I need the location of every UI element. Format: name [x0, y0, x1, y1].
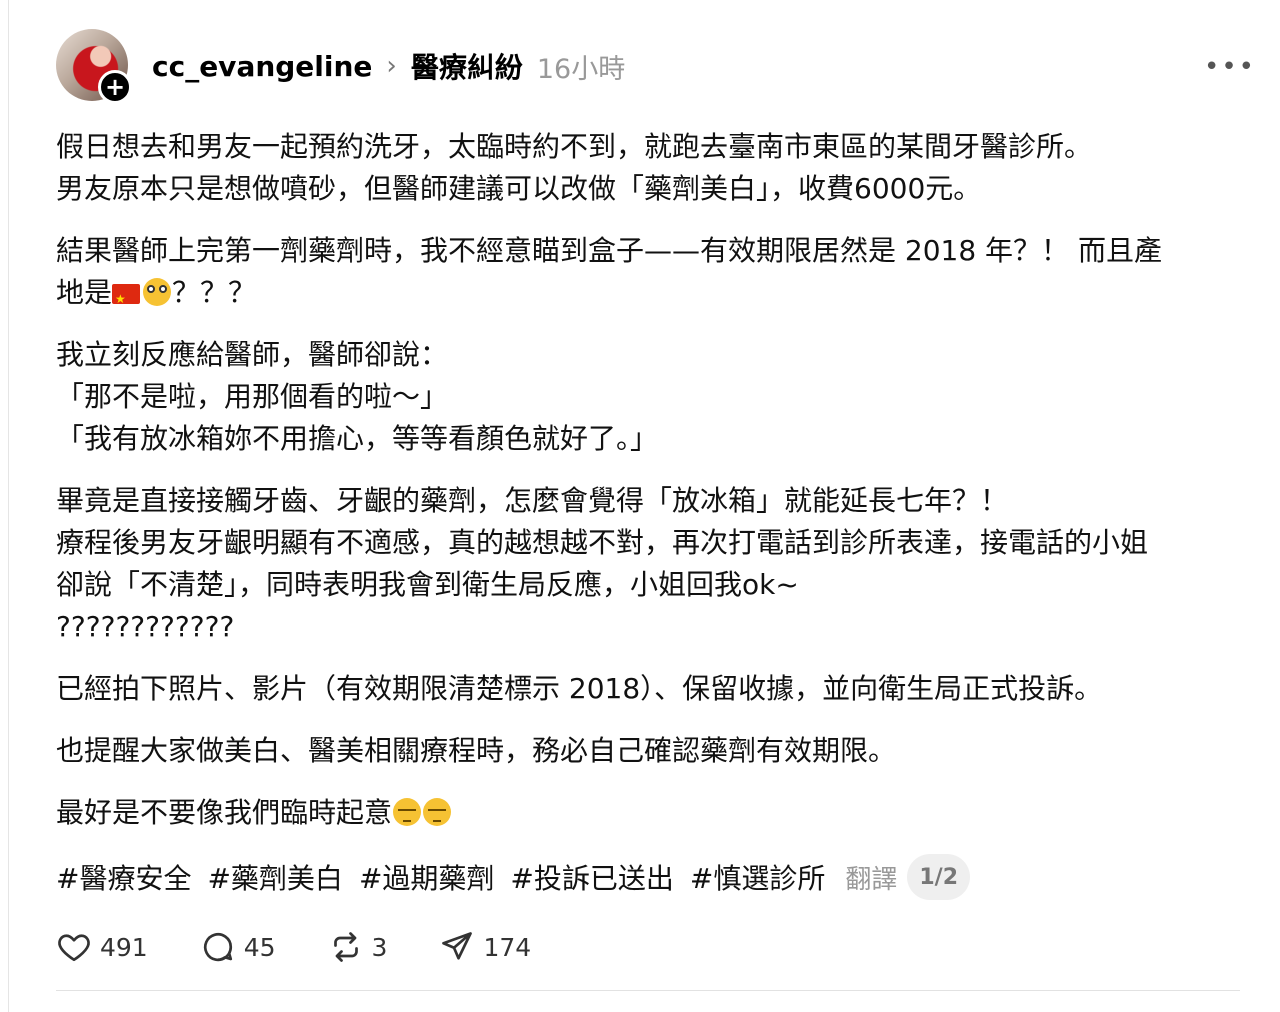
post-body: 假日想去和男友一起預約洗牙，太臨時約不到，就跑去臺南市東區的某間牙醫診所。 男友…	[56, 126, 1236, 854]
media-page-indicator[interactable]: 1/2	[907, 854, 971, 900]
text-line: 卻說「不清楚」，同時表明我會到衛生局反應，小姐回我ok~	[56, 568, 799, 601]
text-line: 「我有放冰箱妳不用擔心，等等看顏色就好了。」	[56, 422, 659, 455]
text-line: 畢竟是直接接觸牙齒、牙齦的藥劑，怎麼會覺得「放冰箱」就能延長七年？！	[56, 484, 1009, 517]
repost-count: 3	[371, 932, 388, 962]
like-button[interactable]: 491	[56, 929, 148, 965]
text-line: 地是 ？？？	[56, 272, 1236, 320]
post-time: 16小時	[536, 53, 626, 85]
paragraph: 畢竟是直接接觸牙齒、牙齦的藥劑，怎麼會覺得「放冰箱」就能延長七年？！ 療程後男友…	[56, 480, 1236, 648]
comment-bubble-icon	[203, 933, 232, 962]
text-fragment: 最好是不要像我們臨時起意	[56, 796, 393, 829]
paragraph: 也提醒大家做美白、醫美相關療程時，務必自己確認藥劑有效期限。	[56, 730, 1236, 772]
like-count: 491	[100, 932, 148, 962]
text-line: 我立刻反應給醫師，醫師卻說：	[56, 338, 449, 371]
text-line: 療程後男友牙齦明顯有不適感，真的越想越不對，再次打電話到診所表達，接電話的小姐	[56, 526, 1149, 559]
paragraph: 已經拍下照片、影片（有效期限清楚標示 2018）、保留收據，並向衛生局正式投訴。	[56, 668, 1236, 710]
chevron-right-icon: ›	[386, 51, 397, 81]
text-line: 男友原本只是想做噴砂，但醫師建議可以改做「藥劑美白」，收費6000元。	[56, 172, 982, 205]
text-line: 也提醒大家做美白、醫美相關療程時，務必自己確認藥劑有效期限。	[56, 734, 897, 767]
text-line: ????????????	[56, 610, 235, 643]
hashtag-link[interactable]: #過期藥劑	[359, 857, 494, 897]
paragraph: 假日想去和男友一起預約洗牙，太臨時約不到，就跑去臺南市東區的某間牙醫診所。 男友…	[56, 126, 1236, 210]
repost-button[interactable]: 3	[328, 929, 388, 965]
text-line: 已經拍下照片、影片（有效期限清楚標示 2018）、保留收據，並向衛生局正式投訴。	[56, 672, 1103, 705]
text-line: 假日想去和男友一起預約洗牙，太臨時約不到，就跑去臺南市東區的某間牙醫診所。	[56, 130, 1093, 163]
translate-button[interactable]: 翻譯	[845, 859, 897, 896]
text-line: 結果醫師上完第一劑藥劑時，我不經意瞄到盒子——有效期限居然是 2018 年？！ …	[56, 234, 1162, 267]
heart-icon	[58, 934, 90, 962]
topic-link[interactable]: 醫療糾紛	[411, 46, 523, 86]
comment-count: 45	[243, 932, 276, 962]
paragraph: 結果醫師上完第一劑藥劑時，我不經意瞄到盒子——有效期限居然是 2018 年？！ …	[56, 230, 1236, 320]
pensive-face-icon	[423, 798, 452, 826]
action-bar: 491 45 3 174	[56, 924, 583, 970]
text-fragment: 地是	[56, 276, 113, 309]
share-button[interactable]: 174	[439, 929, 531, 965]
hashtag-link[interactable]: #慎選診所	[690, 857, 825, 897]
share-count: 174	[483, 932, 532, 962]
china-flag-icon	[112, 278, 141, 320]
author-username[interactable]: cc_evangeline	[152, 50, 372, 83]
text-line: 最好是不要像我們臨時起意	[56, 792, 1236, 834]
pensive-face-icon	[393, 798, 422, 826]
flushed-face-icon	[143, 278, 172, 306]
paragraph: 我立刻反應給醫師，醫師卻說： 「那不是啦，用那個看的啦～」 「我有放冰箱妳不用擔…	[56, 334, 1236, 460]
send-icon	[442, 932, 473, 960]
repost-icon	[333, 932, 358, 962]
more-options-icon[interactable]: •••	[1204, 52, 1256, 82]
post-header: cc_evangeline › 醫療糾紛 16小時	[152, 44, 625, 88]
hashtag-link[interactable]: #醫療安全	[56, 857, 191, 897]
divider	[56, 990, 1240, 991]
follow-plus-icon[interactable]: +	[98, 70, 132, 104]
comment-button[interactable]: 45	[200, 929, 276, 965]
hashtag-link[interactable]: #藥劑美白	[207, 857, 342, 897]
hashtag-link[interactable]: #投訴已送出	[510, 857, 673, 897]
text-line: 「那不是啦，用那個看的啦～」	[56, 380, 449, 413]
hashtag-row: #醫療安全 #藥劑美白 #過期藥劑 #投訴已送出 #慎選診所 翻譯 1/2	[56, 852, 971, 902]
paragraph: 最好是不要像我們臨時起意	[56, 792, 1236, 834]
text-fragment: ？？？	[172, 276, 257, 309]
